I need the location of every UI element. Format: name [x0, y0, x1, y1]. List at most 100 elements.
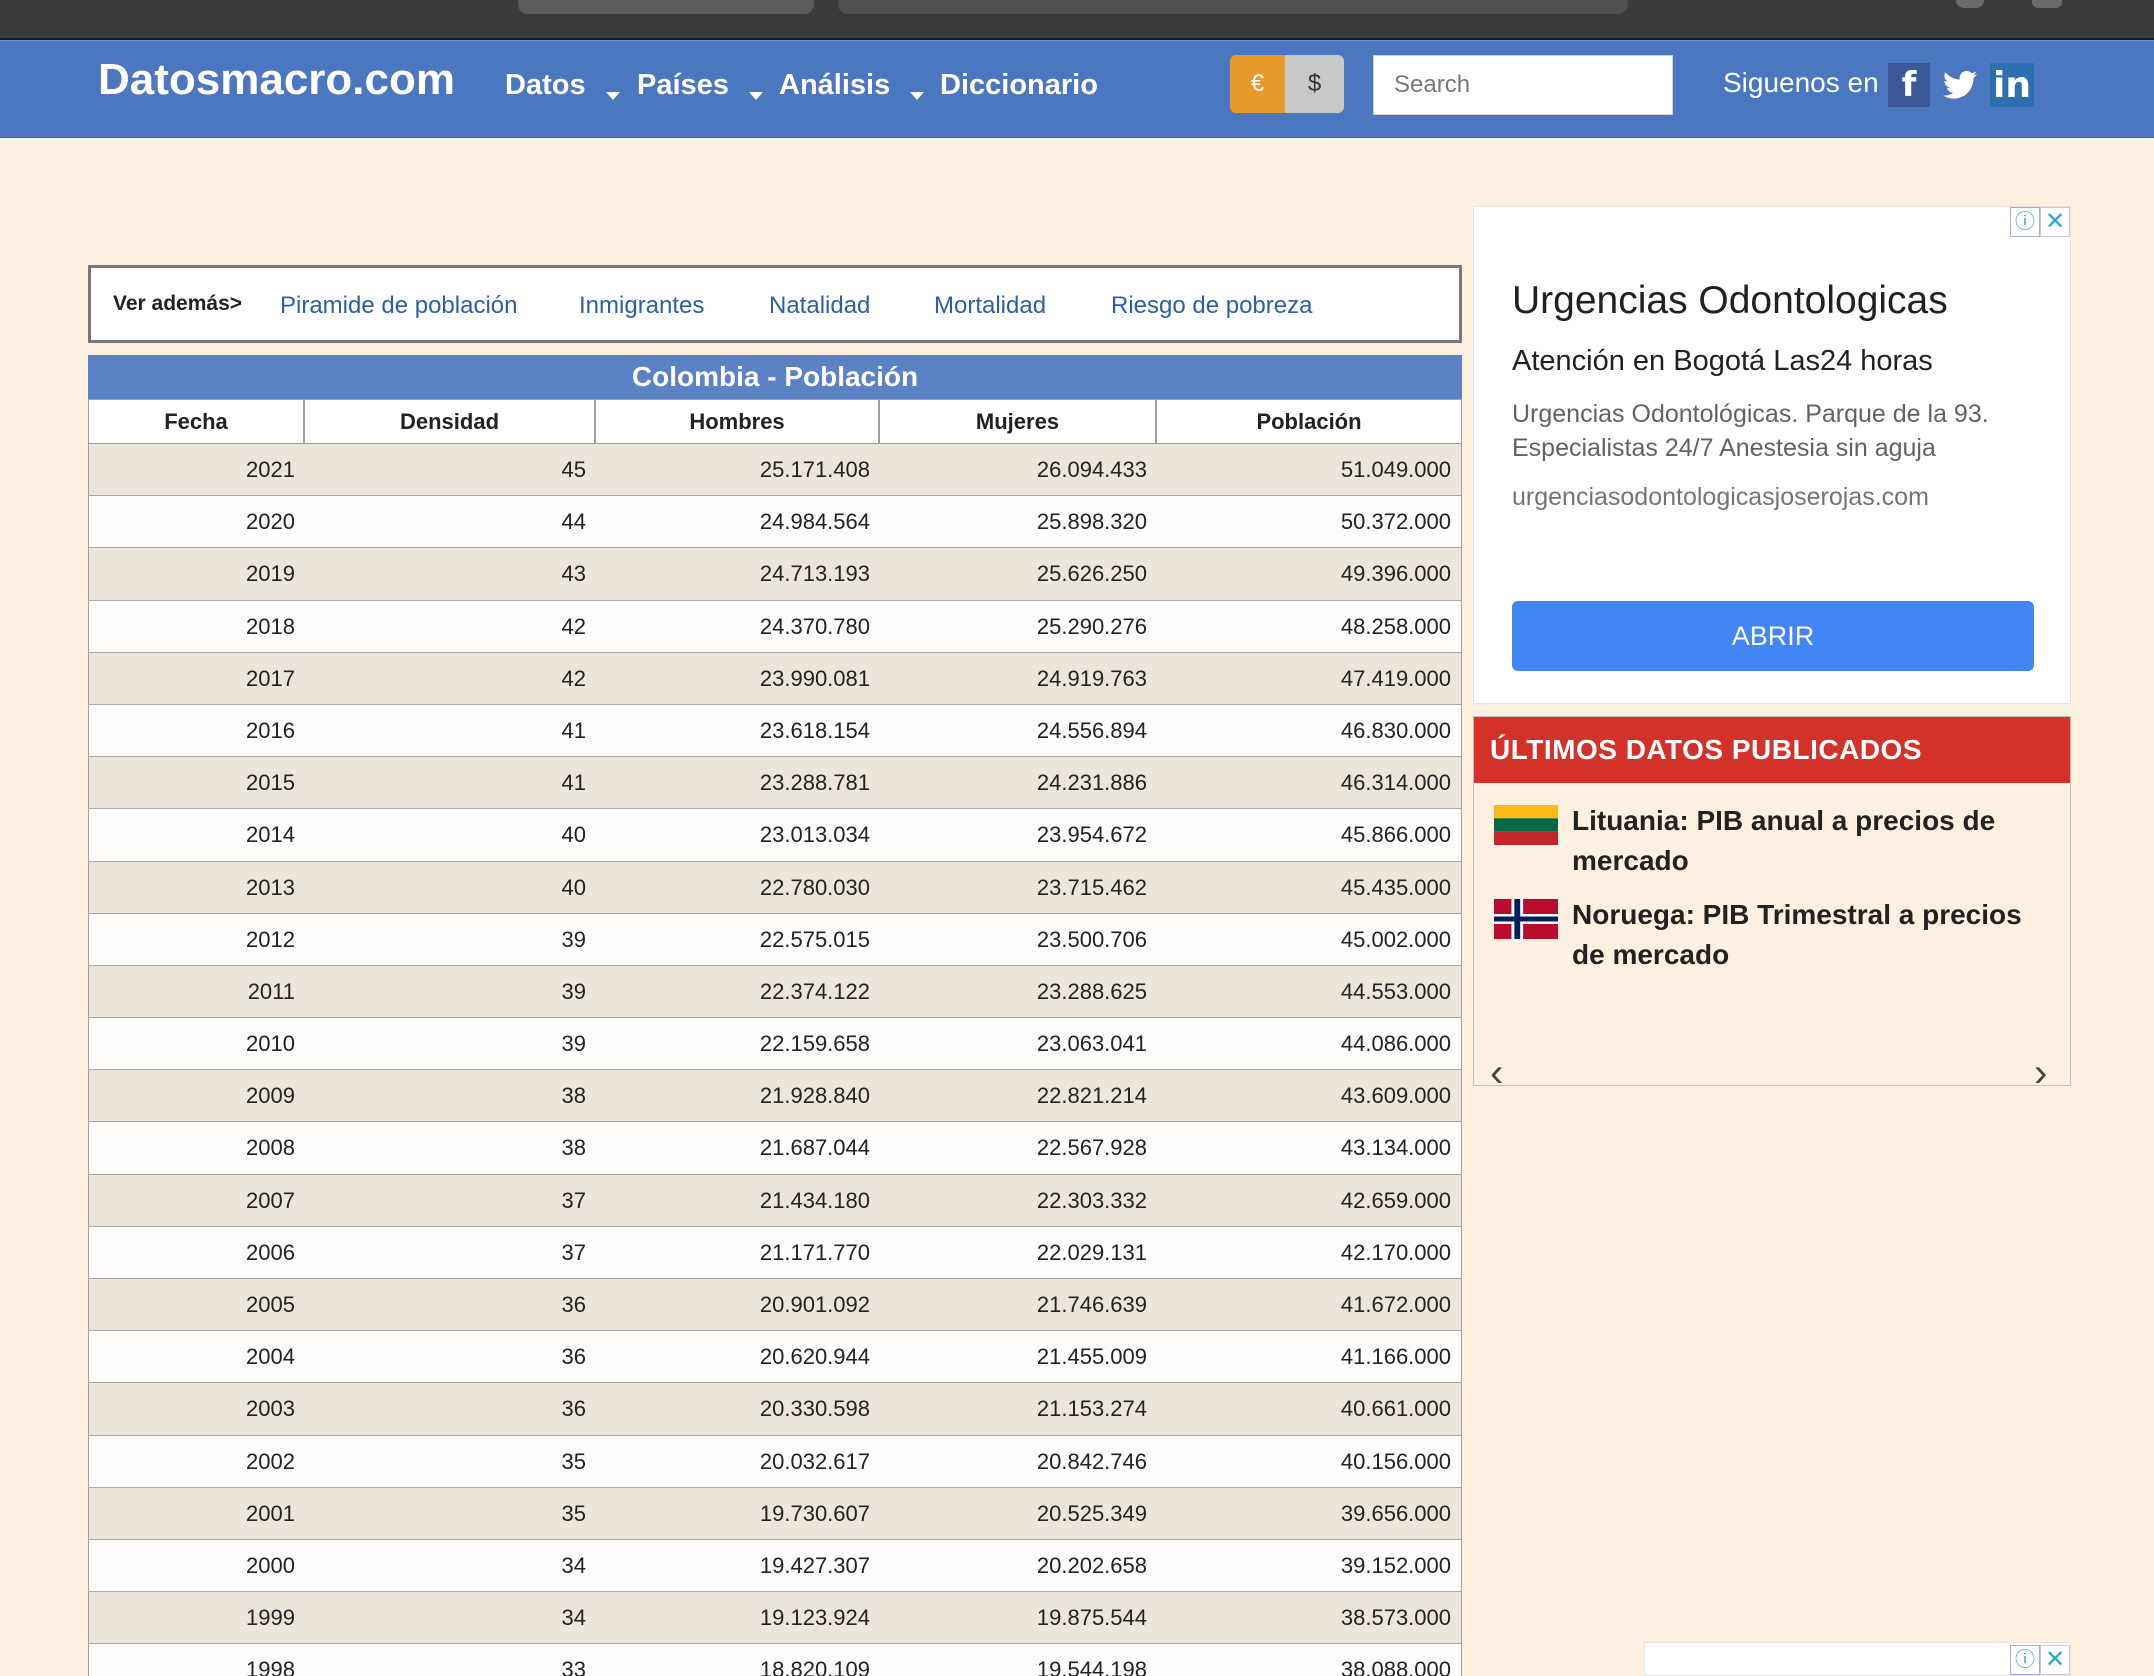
chevron-left-icon[interactable]: ‹	[1490, 1053, 1503, 1093]
cell-poblacion: 48.258.000	[1340, 613, 1451, 639]
cell-hombres: 24.984.564	[759, 509, 870, 535]
ad-controls: ⓘ ✕	[2010, 207, 2070, 237]
column-header-densidad[interactable]: Densidad	[305, 400, 596, 443]
cell-fecha: 1999	[246, 1605, 295, 1631]
browser-extension-icon[interactable]	[2032, 0, 2062, 8]
cell-hombres: 18.820.109	[759, 1657, 870, 1676]
ad-headline[interactable]: Urgencias Odontologicas	[1512, 279, 1948, 323]
cell-fecha: 2008	[246, 1135, 295, 1161]
cell-fecha: 2000	[246, 1552, 295, 1578]
column-header-mujeres[interactable]: Mujeres	[880, 400, 1157, 443]
info-icon[interactable]: ⓘ	[2010, 1645, 2040, 1675]
ad-url[interactable]: urgenciasodontologicasjoserojas.com	[1512, 483, 1929, 512]
table-title: Colombia - Población	[88, 355, 1462, 399]
browser-toolbar	[0, 0, 2154, 40]
cell-mujeres: 25.898.320	[1036, 509, 1147, 535]
table-row: 2018 42 24.370.780 25.290.276 48.258.000	[88, 600, 1462, 653]
ad-panel-bottom: ⓘ ✕	[1644, 1642, 2071, 1676]
close-icon[interactable]: ✕	[2040, 207, 2070, 237]
link-inmigrantes[interactable]: Inmigrantes	[579, 292, 704, 320]
ad-open-button[interactable]: ABRIR	[1512, 601, 2034, 671]
table-header: Fecha Densidad Hombres Mujeres Población	[88, 399, 1462, 444]
menu-datos-label: Datos	[505, 69, 586, 101]
table-row: 2005 36 20.901.092 21.746.639 41.672.000	[88, 1279, 1462, 1332]
news-item[interactable]: Noruega: PIB Trimestral a precios de mer…	[1494, 895, 2042, 975]
table-row: 2015 41 23.288.781 24.231.886 46.314.000	[88, 757, 1462, 810]
site-logo[interactable]: Datosmacro.com	[98, 55, 455, 105]
currency-euro-button[interactable]: €	[1230, 55, 1285, 113]
cell-poblacion: 50.372.000	[1340, 509, 1451, 535]
table-row: 2010 39 22.159.658 23.063.041 44.086.000	[88, 1018, 1462, 1071]
currency-dollar-button[interactable]: $	[1285, 55, 1344, 113]
search-input[interactable]	[1373, 55, 1673, 115]
cell-mujeres: 21.746.639	[1036, 1292, 1147, 1317]
table-row: 2004 36 20.620.944 21.455.009 41.166.000	[88, 1331, 1462, 1384]
cell-poblacion: 39.152.000	[1340, 1552, 1451, 1578]
cell-densidad: 45	[561, 457, 586, 482]
cell-fecha: 2020	[246, 509, 295, 535]
cell-mujeres: 24.556.894	[1036, 717, 1147, 743]
news-item-title[interactable]: Lituania: PIB anual a precios de mercado	[1572, 801, 2042, 881]
cell-mujeres: 23.715.462	[1036, 874, 1147, 900]
cell-poblacion: 41.672.000	[1340, 1292, 1451, 1317]
cell-poblacion: 45.866.000	[1340, 822, 1451, 848]
cell-mujeres: 26.094.433	[1036, 457, 1147, 482]
table-row: 2020 44 24.984.564 25.898.320 50.372.000	[88, 496, 1462, 549]
facebook-icon[interactable]: f	[1888, 63, 1930, 107]
cell-poblacion: 44.086.000	[1340, 1031, 1451, 1057]
cell-hombres: 20.620.944	[759, 1344, 870, 1370]
table-row: 2019 43 24.713.193 25.626.250 49.396.000	[88, 548, 1462, 601]
cell-poblacion: 49.396.000	[1340, 561, 1451, 587]
cell-poblacion: 41.166.000	[1340, 1344, 1451, 1370]
cell-mujeres: 21.455.009	[1036, 1344, 1147, 1370]
twitter-icon[interactable]	[1940, 63, 1980, 107]
cell-mujeres: 24.231.886	[1036, 770, 1147, 796]
link-natalidad[interactable]: Natalidad	[769, 292, 870, 320]
cell-fecha: 2002	[246, 1448, 295, 1474]
cell-mujeres: 19.875.544	[1036, 1605, 1147, 1631]
cell-fecha: 2010	[246, 1031, 295, 1057]
cell-poblacion: 38.088.000	[1340, 1657, 1451, 1676]
cell-poblacion: 47.419.000	[1340, 665, 1451, 691]
cell-densidad: 40	[561, 874, 586, 900]
cell-densidad: 34	[561, 1605, 586, 1631]
news-item[interactable]: Lituania: PIB anual a precios de mercado	[1494, 801, 2042, 881]
cell-densidad: 34	[561, 1552, 586, 1578]
menu-diccionario[interactable]: Diccionario	[940, 69, 1098, 102]
close-icon[interactable]: ✕	[2040, 1645, 2070, 1675]
cell-mujeres: 19.544.198	[1036, 1657, 1147, 1676]
menu-datos[interactable]: Datos	[505, 69, 620, 102]
column-header-hombres[interactable]: Hombres	[596, 400, 880, 443]
browser-address-bar[interactable]	[838, 0, 1628, 14]
cell-hombres: 23.013.034	[759, 822, 870, 848]
chevron-right-icon[interactable]: ›	[2034, 1053, 2047, 1093]
cell-densidad: 43	[561, 561, 586, 587]
cell-poblacion: 44.553.000	[1340, 978, 1451, 1004]
table-row: 1999 34 19.123.924 19.875.544 38.573.000	[88, 1592, 1462, 1645]
column-header-poblacion[interactable]: Población	[1157, 400, 1461, 443]
browser-tab[interactable]	[518, 0, 814, 14]
cell-hombres: 21.687.044	[759, 1135, 870, 1161]
link-riesgo-pobreza[interactable]: Riesgo de pobreza	[1111, 292, 1312, 320]
table-row: 2008 38 21.687.044 22.567.928 43.134.000	[88, 1122, 1462, 1175]
menu-analisis[interactable]: Análisis	[779, 69, 925, 102]
link-mortalidad[interactable]: Mortalidad	[934, 292, 1046, 320]
column-header-fecha[interactable]: Fecha	[89, 400, 305, 443]
cell-hombres: 19.730.607	[759, 1500, 870, 1526]
menu-paises[interactable]: Países	[637, 69, 763, 102]
ad-subheadline: Atención en Bogotá Las24 horas	[1512, 345, 1933, 377]
cell-fecha: 2007	[246, 1187, 295, 1213]
news-item-title[interactable]: Noruega: PIB Trimestral a precios de mer…	[1572, 895, 2042, 975]
cell-hombres: 24.713.193	[759, 561, 870, 587]
info-icon[interactable]: ⓘ	[2010, 207, 2040, 237]
browser-account-icon[interactable]	[1956, 0, 1984, 8]
linkedin-icon[interactable]: in	[1990, 63, 2034, 107]
cell-poblacion: 42.170.000	[1340, 1239, 1451, 1265]
link-piramide-poblacion[interactable]: Piramide de población	[280, 292, 517, 320]
cell-hombres: 20.901.092	[759, 1292, 870, 1317]
cell-fecha: 2006	[246, 1239, 295, 1265]
cell-hombres: 21.434.180	[759, 1187, 870, 1213]
site-navbar: Datosmacro.com Datos Países Análisis Dic…	[0, 40, 2154, 138]
cell-densidad: 33	[561, 1657, 586, 1676]
cell-poblacion: 38.573.000	[1340, 1605, 1451, 1631]
